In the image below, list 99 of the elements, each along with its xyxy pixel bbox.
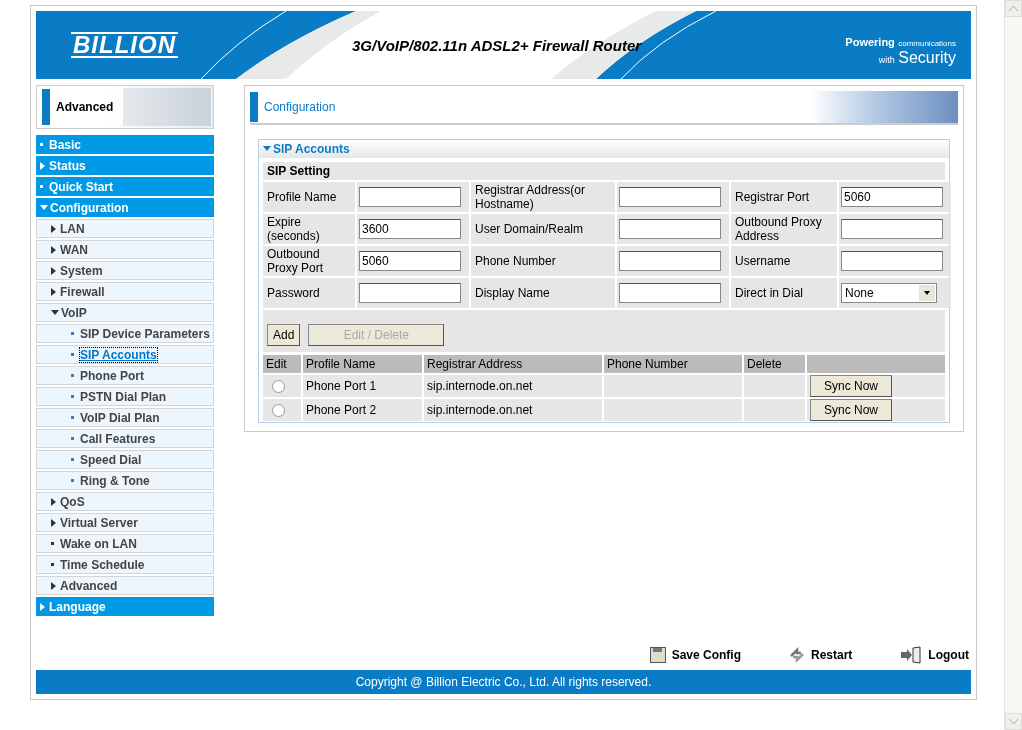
bullet-icon	[71, 332, 74, 335]
input-field[interactable]	[619, 219, 721, 239]
input-field[interactable]	[841, 251, 943, 271]
column-header: Delete	[744, 355, 805, 373]
menu-item[interactable]: PSTN Dial Plan	[36, 387, 214, 406]
menu-item[interactable]: Wake on LAN	[36, 534, 214, 553]
table-cell: sip.internode.on.net	[424, 375, 602, 397]
tagline-text: with Security	[877, 51, 956, 67]
table-cell: Phone Port 1	[303, 375, 422, 397]
bullet-icon	[40, 185, 43, 188]
field-label: Display Name	[471, 278, 615, 308]
input-field[interactable]	[619, 283, 721, 303]
caret-down-icon	[263, 146, 271, 152]
bullet-icon	[71, 437, 74, 440]
caret-down-icon	[51, 309, 59, 316]
page-title: Configuration	[264, 100, 336, 114]
accent-bar	[42, 89, 50, 125]
input-field[interactable]	[359, 283, 461, 303]
sync-now-button[interactable]: Sync Now	[810, 375, 892, 397]
column-header: Edit	[263, 355, 301, 373]
field-label: Profile Name	[263, 182, 355, 212]
bullet-icon	[51, 563, 54, 566]
product-title: 3G/VoIP/802.11n ADSL2+ Firewall Router	[352, 36, 642, 54]
bullet-icon	[71, 395, 74, 398]
input-field[interactable]: 3600	[359, 219, 461, 239]
menu-item[interactable]: WAN	[36, 240, 214, 259]
caret-right-icon	[51, 497, 57, 506]
section-header[interactable]: SIP Accounts	[259, 140, 949, 158]
caret-right-icon	[51, 287, 57, 296]
caret-right-icon	[51, 224, 57, 233]
column-header: Profile Name	[303, 355, 422, 373]
input-field[interactable]: 5060	[841, 187, 943, 207]
menu-item[interactable]: Phone Port	[36, 366, 214, 385]
menu-item[interactable]: Virtual Server	[36, 513, 214, 532]
footer-link[interactable]: Save Config	[649, 647, 741, 663]
field-label: Password	[263, 278, 355, 308]
footer-link[interactable]: Restart	[789, 647, 853, 663]
menu-item[interactable]: Advanced	[36, 576, 214, 595]
caret-right-icon	[51, 518, 57, 527]
input-field[interactable]	[841, 219, 943, 239]
field-label: Username	[731, 246, 837, 276]
sync-now-button[interactable]: Sync Now	[810, 399, 892, 421]
menu-item[interactable]: LAN	[36, 219, 214, 238]
menu-item[interactable]: Ring & Tone	[36, 471, 214, 490]
bullet-icon	[71, 479, 74, 482]
input-field[interactable]: 5060	[359, 251, 461, 271]
field-label: Registrar Address(or Hostname)	[471, 182, 615, 212]
menu-item[interactable]: QoS	[36, 492, 214, 511]
caret-right-icon	[51, 266, 57, 275]
table-cell: Phone Port 2	[303, 399, 422, 421]
bullet-icon	[71, 374, 74, 377]
column-header: Registrar Address	[424, 355, 602, 373]
menu-item[interactable]: SIP Accounts	[36, 345, 214, 364]
table-cell	[744, 399, 805, 421]
field-label: Direct in Dial	[731, 278, 837, 308]
input-field[interactable]	[619, 187, 721, 207]
radio-button[interactable]	[272, 379, 285, 393]
field-label: Phone Number	[471, 246, 615, 276]
field-label: Expire (seconds)	[263, 214, 355, 244]
bullet-icon	[51, 542, 54, 545]
bullet-icon	[71, 353, 74, 356]
dropdown-field[interactable]: None	[841, 283, 937, 303]
mode-label: Advanced	[56, 100, 114, 114]
field-label: Outbound Proxy Address	[731, 214, 837, 244]
bullet-icon	[71, 416, 74, 419]
menu-item[interactable]: Speed Dial	[36, 450, 214, 469]
caret-right-icon	[51, 581, 57, 590]
bullet-icon	[40, 143, 43, 146]
footer-link[interactable]: Logout	[900, 646, 969, 664]
brand-logo: BILLION	[71, 32, 178, 58]
field-label: Outbound Proxy Port	[263, 246, 355, 276]
table-cell	[744, 375, 805, 397]
menu-item[interactable]: VoIP Dial Plan	[36, 408, 214, 427]
menu-item[interactable]: Time Schedule	[36, 555, 214, 574]
menu-item[interactable]: SIP Device Parameters	[36, 324, 214, 343]
input-field[interactable]	[619, 251, 721, 271]
caret-right-icon	[40, 602, 46, 611]
input-field[interactable]	[359, 187, 461, 207]
subsection-title: SIP Setting	[263, 162, 945, 180]
field-label: User Domain/Realm	[471, 214, 615, 244]
caret-right-icon	[40, 161, 46, 170]
table-cell: sip.internode.on.net	[424, 399, 602, 421]
caret-down-icon	[40, 204, 48, 211]
radio-button[interactable]	[272, 403, 285, 417]
menu-item[interactable]: VoIP	[36, 303, 214, 322]
column-header: Phone Number	[604, 355, 742, 373]
dropdown-caret-icon	[919, 285, 935, 301]
refresh-arrows-icon	[789, 647, 805, 663]
menu-item[interactable]: Firewall	[36, 282, 214, 301]
caret-right-icon	[51, 245, 57, 254]
menu-item[interactable]: Call Features	[36, 429, 214, 448]
bullet-icon	[71, 458, 74, 461]
field-label: Registrar Port	[731, 182, 837, 212]
exit-door-icon	[900, 646, 923, 664]
menu-item[interactable]: System	[36, 261, 214, 280]
copyright-text: Copyright @ Billion Electric Co., Ltd. All rights reserved.	[36, 670, 971, 694]
accent-bar	[250, 92, 258, 122]
action-button[interactable]: Add	[267, 324, 301, 346]
tagline-text: Powering communications	[845, 35, 956, 50]
